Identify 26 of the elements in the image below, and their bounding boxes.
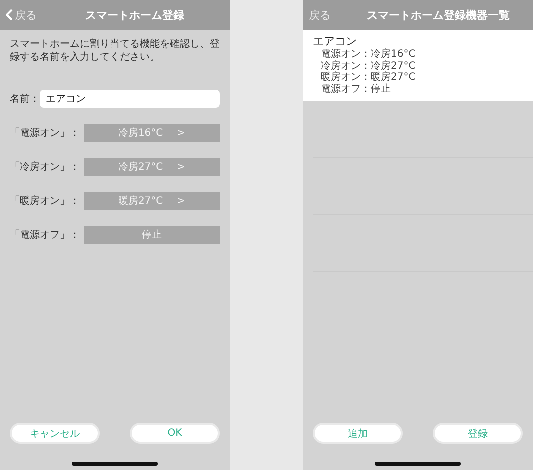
function-label: 「暖房オン」：: [10, 194, 80, 208]
add-button[interactable]: 追加: [313, 423, 403, 444]
instruction-text: スマートホームに割り当てる機能を確認し、登録する名前を入力してください。: [10, 38, 220, 64]
device-card[interactable]: エアコン 電源オン：冷房16°C 冷房オン：冷房27°C 暖房オン：暖房27°C 電源オフ：停止: [303, 30, 533, 101]
name-label: 名前：: [10, 93, 40, 106]
function-label: 「電源オン」：: [10, 126, 80, 140]
name-input-field[interactable]: エアコン: [40, 90, 220, 108]
ok-button[interactable]: OK: [130, 423, 220, 444]
device-setting-text: 電源オン：冷房16°C: [320, 49, 417, 60]
screen-title: スマートホーム登録: [84, 8, 186, 22]
device-setting-text: 暖房オン：暖房27°C: [320, 72, 417, 84]
back-chevron-icon: [6, 9, 13, 21]
register-button[interactable]: 登録: [433, 423, 523, 444]
device-name: エアコン: [313, 34, 358, 49]
function-select-button[interactable]: 冷房27°C >: [84, 158, 220, 176]
device-setting-text: 電源オフ：停止: [320, 84, 392, 95]
function-label: 「電源オフ」：: [10, 228, 80, 242]
function-label: 「冷房オン」：: [10, 160, 80, 174]
back-button[interactable]: 戻る: [4, 6, 39, 24]
cancel-button[interactable]: キャンセル: [10, 423, 100, 444]
back-button[interactable]: 戻る: [307, 6, 333, 24]
function-select-button[interactable]: 停止: [84, 226, 220, 244]
function-select-button[interactable]: 暖房27°C >: [84, 192, 220, 210]
function-select-button[interactable]: 冷房16°C >: [84, 124, 220, 142]
screen-title: スマートホーム登録機器一覧: [367, 8, 510, 22]
device-setting-text: 冷房オン：冷房27°C: [320, 60, 417, 72]
